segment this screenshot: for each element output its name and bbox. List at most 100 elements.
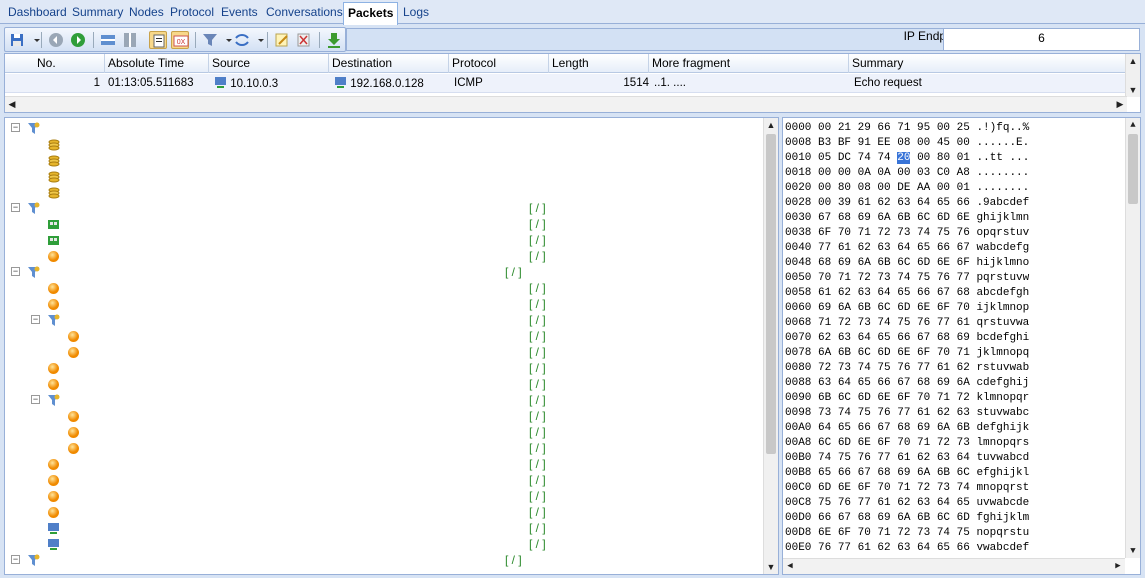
tab-logs[interactable]: Logs bbox=[399, 3, 433, 23]
layout-vertical-icon[interactable] bbox=[121, 31, 139, 49]
hex-row[interactable]: 0018 00 00 0A 0A 00 03 C0 A8 ........ bbox=[785, 166, 1029, 181]
decode-icon[interactable] bbox=[233, 31, 251, 49]
hex-row[interactable]: 0098 73 74 75 76 77 61 62 63 stuvwabc bbox=[785, 406, 1029, 421]
scroll-thumb[interactable] bbox=[766, 134, 776, 454]
collapse-icon[interactable]: − bbox=[11, 555, 20, 564]
tree-field[interactable]: [ / ] bbox=[5, 472, 765, 488]
collapse-icon[interactable]: − bbox=[11, 203, 20, 212]
collapse-icon[interactable]: − bbox=[31, 395, 40, 404]
tree-field[interactable]: [ / ] bbox=[5, 216, 765, 232]
scroll-right-icon[interactable]: ▶ bbox=[1111, 559, 1125, 573]
tree-field[interactable]: [ / ] bbox=[5, 280, 765, 296]
hex-row[interactable]: 00E0 76 77 61 62 63 64 65 66 vwabcdef bbox=[785, 541, 1029, 556]
hex-vscroll[interactable]: ▲ ▼ bbox=[1125, 118, 1140, 558]
tree-field[interactable]: [ / ] bbox=[5, 456, 765, 472]
filter-icon[interactable] bbox=[201, 31, 219, 49]
scroll-up-icon[interactable]: ▲ bbox=[764, 118, 778, 132]
download-icon[interactable] bbox=[325, 31, 343, 49]
tree-field[interactable]: [ / ] bbox=[5, 232, 765, 248]
hex-row[interactable]: 0090 6B 6C 6D 6E 6F 70 71 72 klmnopqr bbox=[785, 391, 1029, 406]
tree-field[interactable] bbox=[5, 136, 765, 152]
tree-field[interactable]: [ / ] bbox=[5, 440, 765, 456]
tree-vscroll[interactable]: ▲ ▼ bbox=[763, 118, 778, 574]
tree-field[interactable]: [ / ] bbox=[5, 408, 765, 424]
tree-field[interactable]: [ / ] bbox=[5, 520, 765, 536]
tab-events[interactable]: Events bbox=[217, 3, 262, 23]
scroll-down-icon[interactable]: ▼ bbox=[1126, 83, 1140, 97]
tree-field[interactable]: [ / ] bbox=[5, 488, 765, 504]
hex-row[interactable]: 00C8 75 76 77 61 62 63 64 65 uvwabcde bbox=[785, 496, 1029, 511]
edit-icon[interactable] bbox=[273, 31, 291, 49]
hex-hscroll[interactable]: ◀ ▶ bbox=[783, 558, 1125, 574]
save-icon[interactable] bbox=[9, 31, 27, 49]
tab-protocol[interactable]: Protocol bbox=[166, 3, 218, 23]
collapse-icon[interactable]: − bbox=[31, 315, 40, 324]
packet-list-vscroll[interactable]: ▲ ▼ bbox=[1125, 54, 1140, 97]
hex-view-icon[interactable]: 0X bbox=[171, 31, 189, 49]
save-dropdown-icon[interactable] bbox=[28, 31, 40, 49]
scroll-down-icon[interactable]: ▼ bbox=[764, 560, 778, 574]
tree-section[interactable]: − bbox=[5, 120, 765, 136]
tree-field[interactable]: [ / ] bbox=[5, 248, 765, 264]
hex-row[interactable]: 0058 61 62 63 64 65 66 67 68 abcdefgh bbox=[785, 286, 1029, 301]
column-header-more-fragment[interactable]: More fragment bbox=[649, 54, 849, 73]
layout-horizontal-icon[interactable] bbox=[99, 31, 117, 49]
scroll-right-icon[interactable]: ▶ bbox=[1113, 97, 1127, 111]
hex-row[interactable]: 0078 6A 6B 6C 6D 6E 6F 70 71 jklmnopq bbox=[785, 346, 1029, 361]
collapse-icon[interactable]: − bbox=[11, 123, 20, 132]
hex-row[interactable]: 0030 67 68 69 6A 6B 6C 6D 6E ghijklmn bbox=[785, 211, 1029, 226]
tree-field[interactable] bbox=[5, 184, 765, 200]
hex-row[interactable]: 0050 70 71 72 73 74 75 76 77 pqrstuvw bbox=[785, 271, 1029, 286]
hex-row[interactable]: 00D0 66 67 68 69 6A 6B 6C 6D fghijklm bbox=[785, 511, 1029, 526]
scroll-up-icon[interactable]: ▲ bbox=[1126, 54, 1140, 68]
tab-packets[interactable]: Packets bbox=[343, 2, 399, 25]
packet-row[interactable]: 1 01:13:05.511683 10.10.0.3 192.168.0.12… bbox=[5, 74, 1127, 93]
selected-byte[interactable]: 20 bbox=[897, 152, 911, 164]
tree-view-icon[interactable] bbox=[149, 31, 167, 49]
scroll-up-icon[interactable]: ▲ bbox=[1126, 118, 1140, 132]
column-header-absolute-time[interactable]: Absolute Time bbox=[105, 54, 209, 73]
hex-row[interactable]: 0080 72 73 74 75 76 77 61 62 rstuvwab bbox=[785, 361, 1029, 376]
scroll-thumb[interactable] bbox=[1128, 134, 1138, 204]
hex-row[interactable]: 00A8 6C 6D 6E 6F 70 71 72 73 lmnopqrs bbox=[785, 436, 1029, 451]
tree-section[interactable]: − [ / ] bbox=[5, 200, 765, 216]
hex-row[interactable]: 00D8 6E 6F 70 71 72 73 74 75 nopqrstu bbox=[785, 526, 1029, 541]
tree-field[interactable] bbox=[5, 152, 765, 168]
decode-dropdown-icon[interactable] bbox=[252, 31, 264, 49]
tree-field[interactable]: [ / ] bbox=[5, 296, 765, 312]
column-header-protocol[interactable]: Protocol bbox=[449, 54, 549, 73]
hex-row[interactable]: 0010 05 DC 74 74 20 00 80 01 ..tt ... bbox=[785, 151, 1029, 166]
hex-row[interactable]: 00C0 6D 6E 6F 70 71 72 73 74 mnopqrst bbox=[785, 481, 1029, 496]
tab-nodes[interactable]: Nodes bbox=[125, 3, 168, 23]
tree-field[interactable]: [ / ] bbox=[5, 344, 765, 360]
hex-row[interactable]: 0000 00 21 29 66 71 95 00 25 .!)fq..% bbox=[785, 121, 1029, 136]
tree-field[interactable]: [ / ] bbox=[5, 504, 765, 520]
hex-row[interactable]: 0020 00 80 08 00 DE AA 00 01 ........ bbox=[785, 181, 1029, 196]
tab-summary[interactable]: Summary bbox=[68, 3, 127, 23]
tree-field[interactable]: [ / ] bbox=[5, 376, 765, 392]
hex-row[interactable]: 00B0 74 75 76 77 61 62 63 64 tuvwabcd bbox=[785, 451, 1029, 466]
scroll-left-icon[interactable]: ◀ bbox=[5, 97, 19, 111]
column-header-source[interactable]: Source bbox=[209, 54, 329, 73]
packet-list-hscroll[interactable]: ◀ ▶ bbox=[5, 96, 1127, 112]
hex-row[interactable]: 0040 77 61 62 63 64 65 66 67 wabcdefg bbox=[785, 241, 1029, 256]
tree-field[interactable]: [ / ] bbox=[5, 536, 765, 552]
hex-row[interactable]: 0048 68 69 6A 6B 6C 6D 6E 6F hijklmno bbox=[785, 256, 1029, 271]
tab-dashboard[interactable]: Dashboard bbox=[4, 3, 71, 23]
hex-row[interactable]: 0070 62 63 64 65 66 67 68 69 bcdefghi bbox=[785, 331, 1029, 346]
collapse-icon[interactable]: − bbox=[11, 267, 20, 276]
tree-field[interactable]: [ / ] bbox=[5, 360, 765, 376]
tree-section[interactable]: − [ / ] bbox=[5, 312, 765, 328]
tab-conversations[interactable]: Conversations bbox=[262, 3, 347, 23]
forward-icon[interactable] bbox=[69, 31, 87, 49]
column-header-summary[interactable]: Summary bbox=[849, 54, 1127, 73]
hex-row[interactable]: 0060 69 6A 6B 6C 6D 6E 6F 70 ijklmnop bbox=[785, 301, 1029, 316]
tree-field[interactable]: [ / ] bbox=[5, 328, 765, 344]
hex-row[interactable]: 0088 63 64 65 66 67 68 69 6A cdefghij bbox=[785, 376, 1029, 391]
hex-row[interactable]: 00B8 65 66 67 68 69 6A 6B 6C efghijkl bbox=[785, 466, 1029, 481]
hex-row[interactable]: 0038 6F 70 71 72 73 74 75 76 opqrstuv bbox=[785, 226, 1029, 241]
column-header-destination[interactable]: Destination bbox=[329, 54, 449, 73]
back-icon[interactable] bbox=[47, 31, 65, 49]
tree-field[interactable] bbox=[5, 168, 765, 184]
tree-section[interactable]: − [ / ] bbox=[5, 392, 765, 408]
